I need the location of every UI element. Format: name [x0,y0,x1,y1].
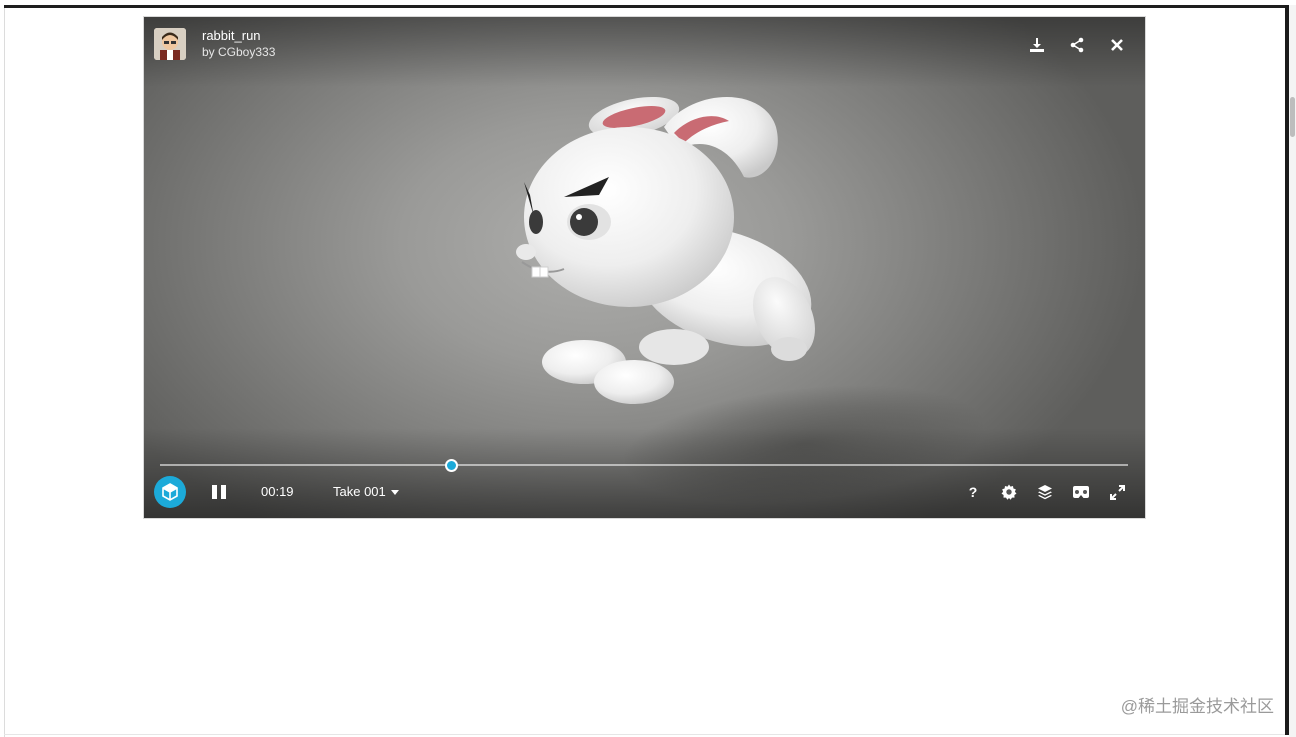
help-icon[interactable]: ? [963,483,983,501]
take-select-label: Take 001 [333,484,386,499]
player-controls: 00:19 Take 001 ? [144,475,1145,511]
window-bottom-edge [4,734,1285,735]
header-overlay [144,17,1145,87]
scrollbar-thumb[interactable] [1290,97,1295,137]
take-select[interactable]: Take 001 [333,484,399,499]
close-icon[interactable] [1107,35,1127,55]
chevron-down-icon [390,489,399,495]
model-viewer[interactable]: rabbit_run by CGboy333 00:19 Take 001 ? [143,16,1146,519]
model-title[interactable]: rabbit_run [202,28,275,44]
header-actions [1027,35,1127,55]
window-left-edge [0,8,5,737]
fullscreen-icon[interactable] [1107,483,1127,501]
share-icon[interactable] [1067,35,1087,55]
pause-button[interactable] [212,483,228,501]
download-icon[interactable] [1027,35,1047,55]
settings-icon[interactable] [999,483,1019,501]
author-avatar[interactable] [154,28,186,60]
pause-icon-bar [221,485,226,499]
viewer-tools: ? [963,483,1127,501]
page-scrollbar[interactable] [1289,5,1296,737]
layers-icon[interactable] [1035,483,1055,501]
model-info: rabbit_run by CGboy333 [202,28,275,60]
animation-timeline[interactable] [160,459,1128,472]
vr-icon[interactable] [1071,483,1091,501]
rabbit-3d-model[interactable] [504,87,824,427]
watermark: @稀土掘金技术社区 [1120,697,1274,716]
sketchfab-logo-icon[interactable] [154,476,186,508]
window-top-border [4,5,1288,8]
pause-icon-bar [212,485,217,499]
model-author[interactable]: by CGboy333 [202,44,275,60]
time-readout: 00:19 [261,484,294,499]
